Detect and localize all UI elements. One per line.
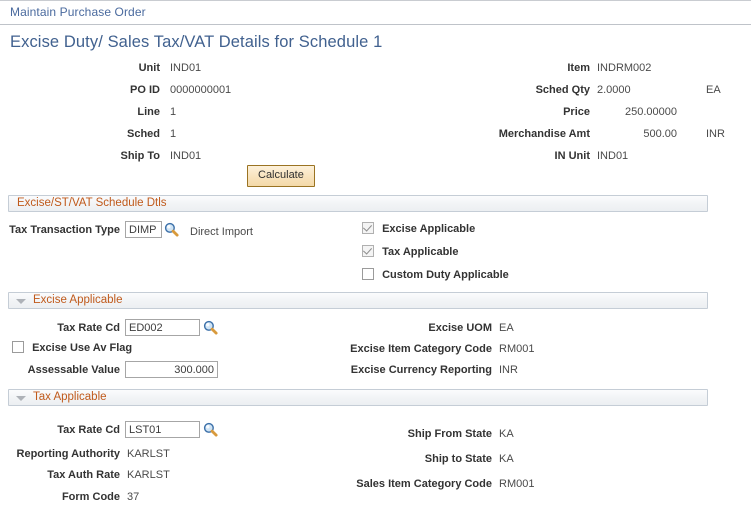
section-header-excise-applicable[interactable]: Excise Applicable [8, 292, 708, 309]
page-title: Excise Duty/ Sales Tax/VAT Details for S… [10, 33, 383, 51]
checkbox-label-excise-use-av-flag: Excise Use Av Flag [32, 342, 133, 354]
field-value-form-code: 37 [127, 491, 140, 503]
field-label-excise-currency-reporting: Excise Currency Reporting [350, 364, 492, 376]
field-value-in-unit: IND01 [597, 150, 629, 162]
field-label-ship-to: Ship To [120, 150, 160, 162]
field-label-assessable-value: Assessable Value [27, 364, 120, 376]
field-label-ship-from-state: Ship From State [407, 428, 492, 440]
field-unit-merchandise-amt: INR [706, 128, 725, 140]
checkbox-label-custom-duty-applicable: Custom Duty Applicable [382, 269, 509, 281]
field-label-item: Item [567, 62, 590, 74]
field-label-reporting-authority: Reporting Authority [16, 448, 120, 460]
section-header-excise-st-vat-schedule-dtls: Excise/ST/VAT Schedule Dtls [8, 195, 708, 212]
field-value-po-id: 0000000001 [170, 84, 232, 96]
collapse-triangle-icon-tax-applicable[interactable] [16, 396, 26, 401]
field-label-excise-tax-rate-cd: Tax Rate Cd [57, 322, 120, 334]
checkbox-row-tax-applicable[interactable]: Tax Applicable [362, 245, 458, 258]
field-value-sched-qty: 2.0000 [597, 84, 631, 96]
checkbox-row-custom-duty-applicable[interactable]: Custom Duty Applicable [362, 268, 509, 281]
tax-transaction-type-input[interactable] [125, 221, 162, 238]
field-label-sales-item-category-code: Sales Item Category Code [356, 478, 492, 490]
calculate-button[interactable]: Calculate [247, 165, 315, 187]
field-value-merchandise-amt: 500.00 [643, 128, 677, 140]
checkbox-tax-applicable [362, 245, 374, 257]
tax-rate-cd-input[interactable] [125, 421, 200, 438]
checkbox-row-excise-use-av-flag[interactable]: Excise Use Av Flag [12, 341, 132, 354]
field-value-excise-item-category-code: RM001 [499, 343, 535, 355]
field-label-sched-qty: Sched Qty [535, 84, 590, 96]
breadcrumb: Maintain Purchase Order [0, 1, 751, 22]
field-value-excise-currency-reporting: INR [499, 364, 518, 376]
field-value-item: INDRM002 [597, 62, 652, 74]
section-title-text: Excise Applicable [33, 294, 123, 306]
field-value-excise-uom: EA [499, 322, 514, 334]
excise-tax-rate-cd-input[interactable] [125, 319, 200, 336]
field-unit-sched-qty: EA [706, 84, 721, 96]
field-value-ship-to: IND01 [170, 150, 202, 162]
field-value-unit: IND01 [170, 62, 202, 74]
assessable-value-input[interactable] [125, 361, 218, 378]
checkbox-excise-use-av-flag[interactable] [12, 341, 24, 353]
checkbox-label-tax-applicable: Tax Applicable [382, 246, 459, 258]
field-value-line: 1 [170, 106, 177, 118]
section-title-text: Excise/ST/VAT Schedule Dtls [17, 197, 167, 209]
order-header-block: Unit PO ID Line Sched Ship To IND01 0000… [0, 62, 751, 166]
field-value-tax-auth-rate: KARLST [127, 469, 170, 481]
field-label-tax-transaction-type: Tax Transaction Type [9, 224, 120, 236]
field-label-unit: Unit [138, 62, 160, 74]
field-value-ship-to-state: KA [499, 453, 514, 465]
field-label-in-unit: IN Unit [554, 150, 590, 162]
checkbox-excise-applicable [362, 222, 374, 234]
field-label-po-id: PO ID [130, 84, 160, 96]
breadcrumb-link-maintain-purchase-order[interactable]: Maintain Purchase Order [10, 5, 146, 19]
field-value-sched: 1 [170, 128, 177, 140]
field-label-excise-item-category-code: Excise Item Category Code [350, 343, 492, 355]
lookup-icon-tax-rate-cd[interactable] [203, 422, 218, 437]
field-value-price: 250.00000 [625, 106, 677, 118]
tax-transaction-type-description: Direct Import [190, 226, 253, 238]
field-label-sched: Sched [126, 128, 160, 140]
field-value-ship-from-state: KA [499, 428, 514, 440]
field-value-reporting-authority: KARLST [127, 448, 170, 460]
checkbox-row-excise-applicable[interactable]: Excise Applicable [362, 222, 475, 235]
section-title-text: Tax Applicable [33, 391, 107, 403]
section-header-tax-applicable[interactable]: Tax Applicable [8, 389, 708, 406]
field-label-form-code: Form Code [61, 491, 120, 503]
collapse-triangle-icon-excise-applicable[interactable] [16, 299, 26, 304]
field-value-sales-item-category-code: RM001 [499, 478, 535, 490]
checkbox-custom-duty-applicable[interactable] [362, 268, 374, 280]
field-label-tax-rate-cd: Tax Rate Cd [57, 424, 120, 436]
field-label-tax-auth-rate: Tax Auth Rate [47, 469, 120, 481]
field-label-line: Line [137, 106, 160, 118]
field-label-excise-uom: Excise UOM [428, 322, 492, 334]
field-label-ship-to-state: Ship to State [424, 453, 492, 465]
lookup-icon-tax-transaction-type[interactable] [164, 222, 179, 237]
checkbox-label-excise-applicable: Excise Applicable [382, 223, 476, 235]
lookup-icon-excise-tax-rate-cd[interactable] [203, 320, 218, 335]
